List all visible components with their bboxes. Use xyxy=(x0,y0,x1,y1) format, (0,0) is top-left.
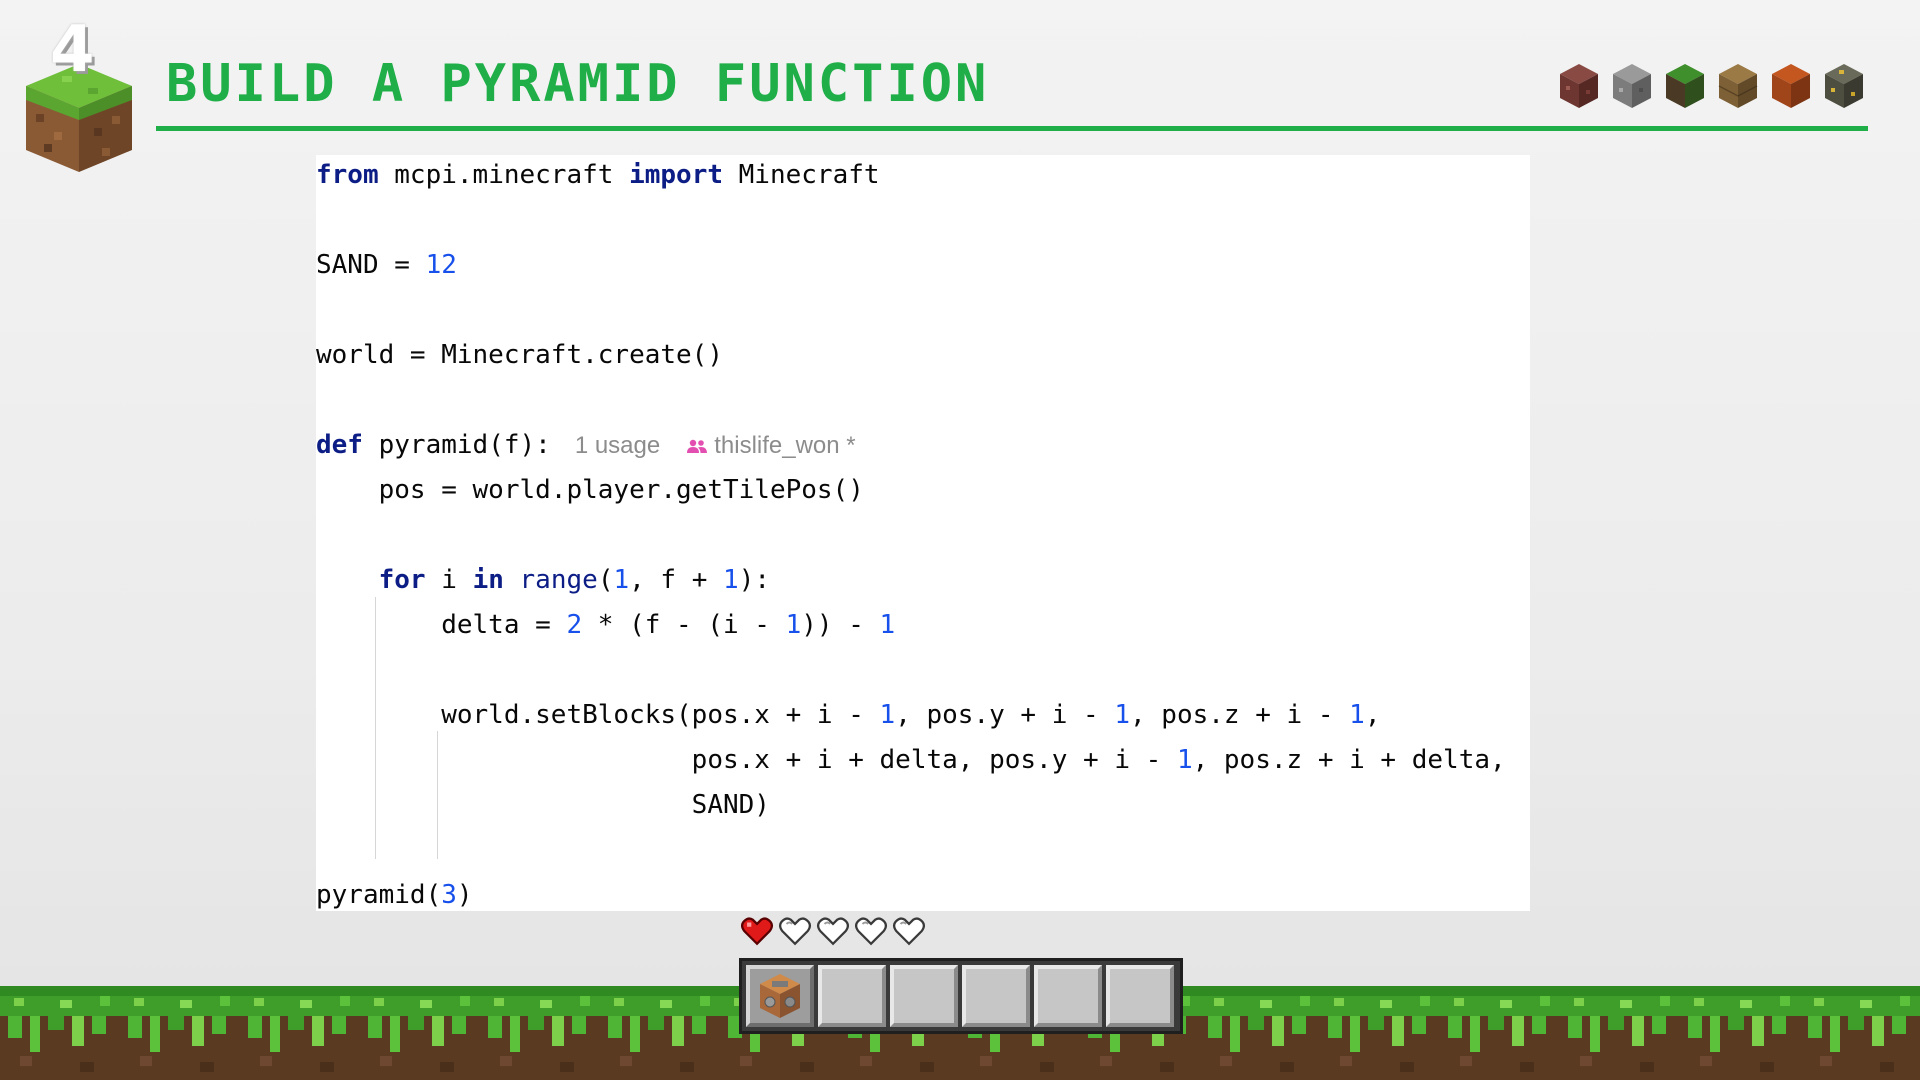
heart-full-icon xyxy=(740,917,774,946)
hotbar-slot-2[interactable] xyxy=(818,965,886,1027)
code-line: pos = world.player.getTilePos() xyxy=(316,475,864,505)
hotbar-slot-5[interactable] xyxy=(1034,965,1102,1027)
hotbar-slot-4[interactable] xyxy=(962,965,1030,1027)
code-line: def pyramid(f): 1 usage thislife_won * xyxy=(316,430,856,460)
code-line: world = Minecraft.create() xyxy=(316,340,723,370)
heart-empty-icon xyxy=(816,917,850,946)
users-icon xyxy=(687,439,708,453)
page-title: Build a Pyramid Function xyxy=(166,54,990,114)
netherrack-block-icon xyxy=(1560,64,1598,108)
heart-empty-icon xyxy=(892,917,926,946)
code-line: delta = 2 * (f - (i - 1)) - 1 xyxy=(316,610,896,640)
hotbar-slot-3[interactable] xyxy=(890,965,958,1027)
heart-empty-icon xyxy=(854,917,888,946)
terracotta-block-icon xyxy=(1772,64,1810,108)
command-block-icon xyxy=(760,974,800,1018)
stone-block-icon xyxy=(1613,64,1651,108)
code-line: pyramid(3) xyxy=(316,880,473,910)
hotbar xyxy=(739,958,1183,1034)
code-line: pos.x + i + delta, pos.y + i - 1, pos.z … xyxy=(316,745,1506,775)
hotbar-slot-1[interactable] xyxy=(746,965,814,1027)
author-hint[interactable]: thislife_won * xyxy=(686,432,856,459)
code-line: for i in range(1, f + 1): xyxy=(378,565,771,595)
health-bar xyxy=(740,914,926,948)
code-line: from mcpi.minecraft import Minecraft xyxy=(316,160,880,190)
header-block-icons xyxy=(1558,62,1865,110)
title-underline xyxy=(156,126,1868,131)
usage-hint[interactable]: 1 usage xyxy=(575,432,660,459)
slide-number: 4 xyxy=(50,13,95,87)
grass-block-icon xyxy=(1666,64,1704,108)
heart-empty-icon xyxy=(778,917,812,946)
ore-block-icon xyxy=(1825,64,1863,108)
code-line: world.setBlocks(pos.x + i - 1, pos.y + i… xyxy=(316,700,1381,730)
code-editor-panel: from mcpi.minecraft import Minecraft SAN… xyxy=(316,155,1530,911)
code-line: SAND) xyxy=(316,790,770,820)
code-line: SAND = 12 xyxy=(316,250,457,280)
hotbar-slot-6[interactable] xyxy=(1106,965,1174,1027)
plank-block-icon xyxy=(1718,64,1758,108)
